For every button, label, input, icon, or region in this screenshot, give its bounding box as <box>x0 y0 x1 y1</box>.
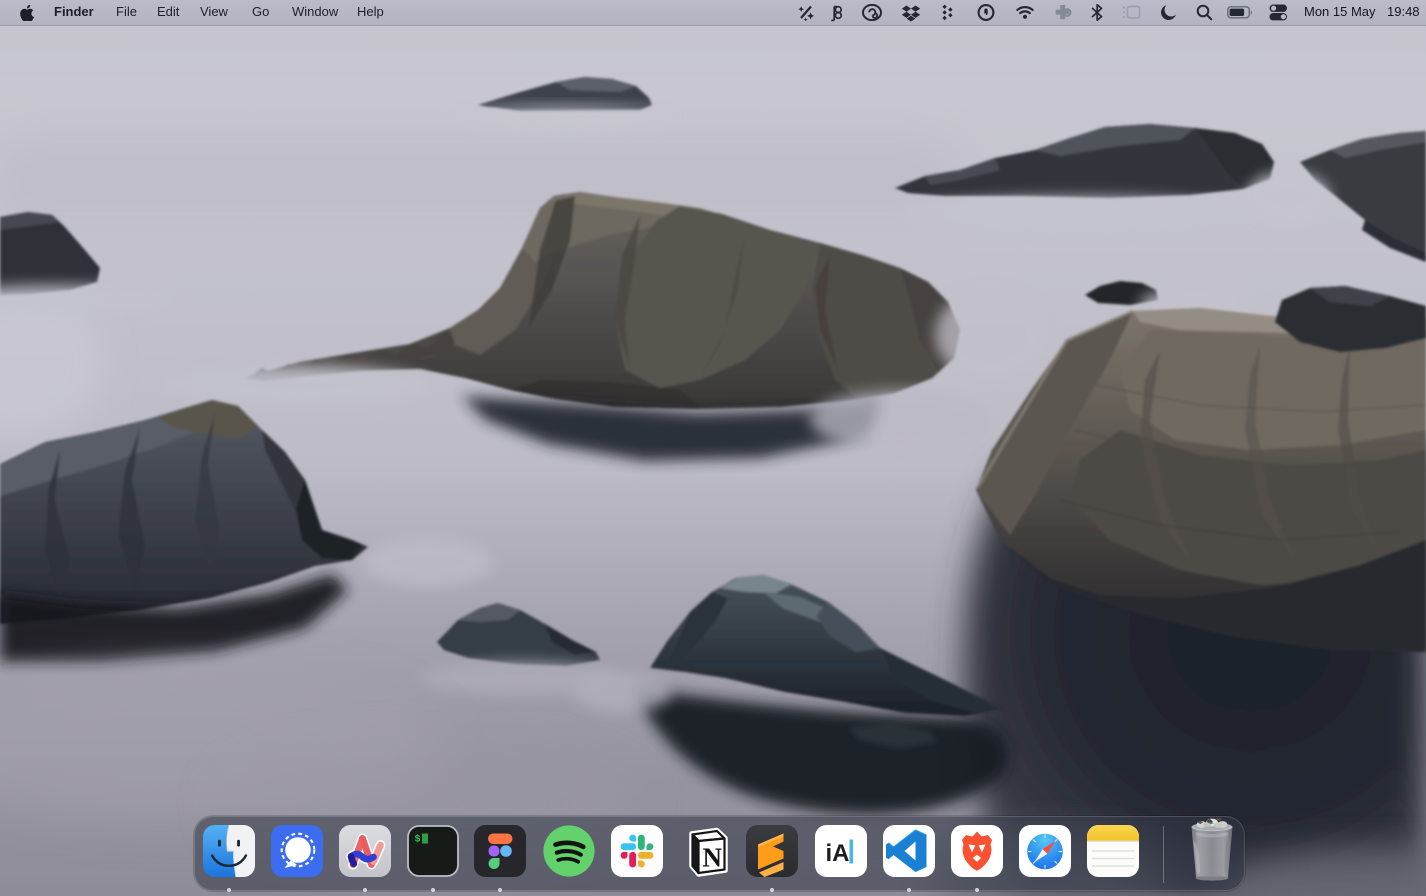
svg-text:iA: iA <box>826 840 850 867</box>
svg-text:$: $ <box>415 834 421 846</box>
svg-text:N: N <box>703 843 723 873</box>
